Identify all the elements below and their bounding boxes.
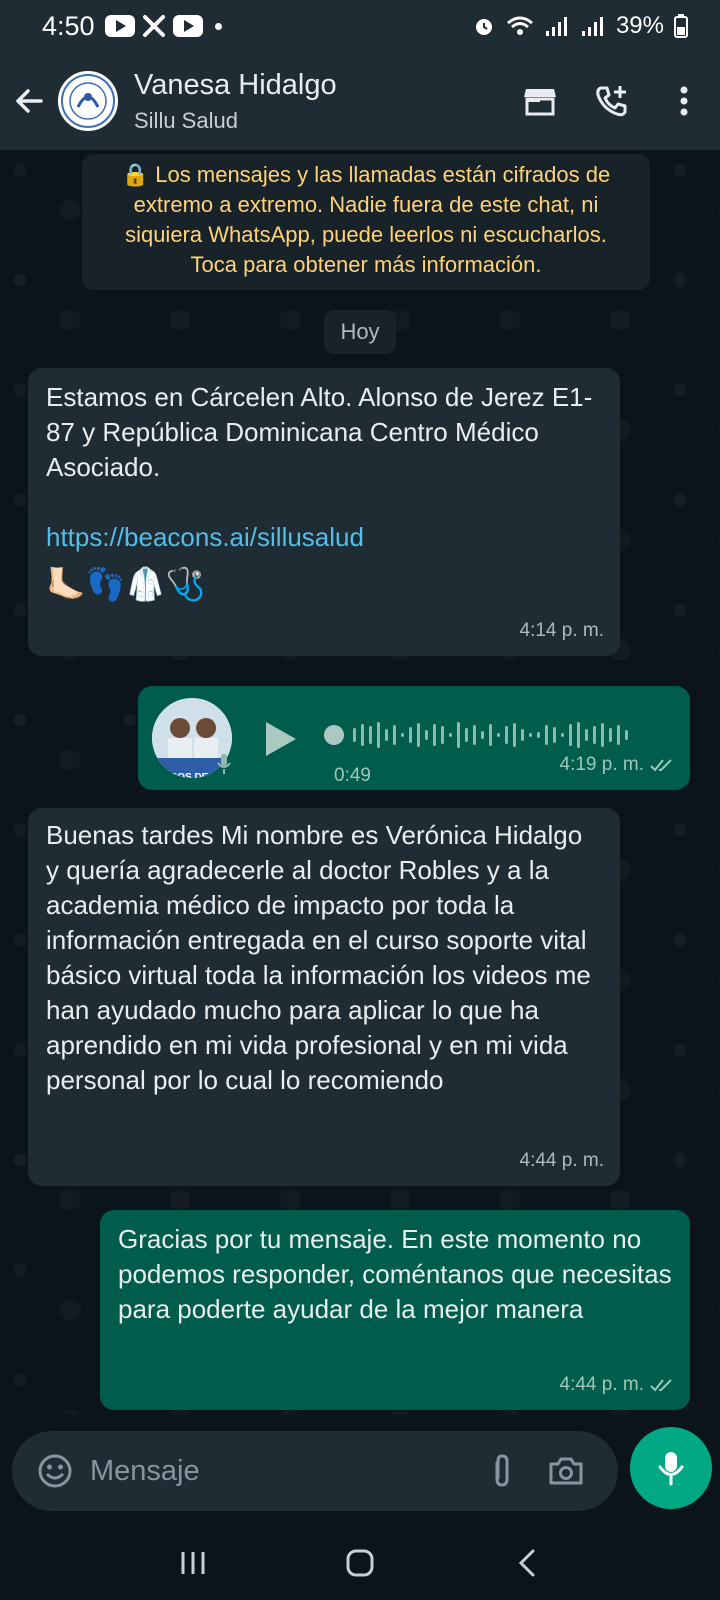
message-link[interactable]: https://beacons.ai/sillusalud (46, 520, 602, 555)
message-meta: 4:44 p. m. (560, 1367, 675, 1402)
message-meta: 4:19 p. m. (560, 747, 675, 782)
voice-waveform[interactable] (324, 720, 654, 750)
notification-icons (104, 14, 222, 38)
alarm-icon (475, 19, 492, 35)
voice-record-button[interactable] (630, 1427, 712, 1509)
wifi-icon (506, 16, 533, 35)
battery-percent: 39% (615, 12, 664, 39)
message-field[interactable] (12, 1431, 618, 1511)
chevron-left-icon (518, 1549, 535, 1576)
header-actions (504, 65, 720, 137)
message-text: Gracias por tu mensaje. En este momento … (118, 1224, 672, 1324)
home-button[interactable] (325, 1533, 395, 1593)
youtube-icon (172, 15, 203, 37)
home-icon (346, 1549, 374, 1576)
recents-icon (181, 1551, 205, 1574)
emoji-icon (38, 1454, 72, 1488)
chat-area[interactable]: 🔒 Los mensajes y las llamadas están cifr… (0, 150, 720, 1415)
mic-small-icon (217, 754, 231, 774)
day-separator: Hoy (324, 310, 396, 354)
double-check-icon (650, 758, 672, 771)
contact-subtitle: Sillu Salud (134, 107, 238, 133)
contact-name: Vanesa Hidalgo (134, 68, 337, 101)
play-icon (266, 722, 296, 756)
message-outgoing[interactable]: Gracias por tu mensaje. En este momento … (100, 1210, 690, 1410)
microphone-icon (658, 1452, 684, 1486)
message-time: 4:44 p. m. (519, 1150, 605, 1171)
camera-icon (549, 1457, 583, 1485)
more-notifications-dot (214, 22, 222, 30)
message-input[interactable] (90, 1454, 470, 1488)
contact-info[interactable]: Vanesa Hidalgo Sillu Salud (134, 69, 337, 134)
attach-button[interactable] (470, 1439, 534, 1503)
double-check-icon (650, 1378, 672, 1391)
message-incoming[interactable]: Estamos en Cárcelen Alto. Alonso de Jere… (28, 368, 620, 656)
voice-duration: 0:49 (334, 765, 371, 786)
catalog-button[interactable] (504, 65, 576, 137)
waveform-seek-knob[interactable] (324, 725, 344, 745)
recent-apps-button[interactable] (158, 1533, 228, 1593)
message-time: 4:44 p. m. (559, 1374, 645, 1395)
phone-plus-icon (596, 86, 627, 117)
youtube-icon (104, 15, 135, 37)
system-icons: 39% (472, 12, 688, 40)
more-options-button[interactable] (648, 65, 720, 137)
message-emojis: 🦶🏻👣🥼🩺 (46, 566, 206, 602)
play-button[interactable] (264, 720, 298, 767)
composer (0, 1415, 720, 1525)
encryption-notice[interactable]: 🔒 Los mensajes y las llamadas están cifr… (82, 154, 650, 290)
tools-icon (142, 15, 165, 37)
storefront-icon (524, 89, 556, 116)
message-meta: 4:14 p. m. (520, 613, 605, 648)
paperclip-icon (495, 1454, 509, 1487)
arrow-left-icon (16, 89, 43, 113)
more-vertical-icon (680, 86, 688, 116)
back-button[interactable] (0, 72, 58, 130)
system-nav-bar (0, 1525, 720, 1600)
status-bar: 4:50 39% (0, 0, 720, 52)
status-time: 4:50 (42, 10, 95, 41)
logo-icon (61, 74, 115, 128)
add-call-button[interactable] (576, 65, 648, 137)
back-nav-button[interactable] (492, 1533, 562, 1593)
message-time: 4:19 p. m. (559, 754, 645, 775)
message-meta: 4:44 p. m. (520, 1143, 605, 1178)
signal-icon (581, 17, 603, 36)
battery-icon (674, 14, 688, 38)
emoji-button[interactable] (20, 1436, 90, 1506)
message-incoming[interactable]: Buenas tardes Mi nombre es Verónica Hida… (28, 808, 620, 1186)
camera-button[interactable] (534, 1439, 598, 1503)
chat-header: Vanesa Hidalgo Sillu Salud (0, 52, 720, 150)
contact-avatar[interactable] (58, 71, 118, 131)
message-text: Buenas tardes Mi nombre es Verónica Hida… (46, 820, 591, 1095)
voice-message[interactable]: DICOS DE IMP 0:49 4:19 p. m. (138, 686, 690, 790)
message-time: 4:14 p. m. (519, 620, 605, 641)
signal-icon (545, 17, 567, 36)
message-text: Estamos en Cárcelen Alto. Alonso de Jere… (46, 382, 593, 482)
